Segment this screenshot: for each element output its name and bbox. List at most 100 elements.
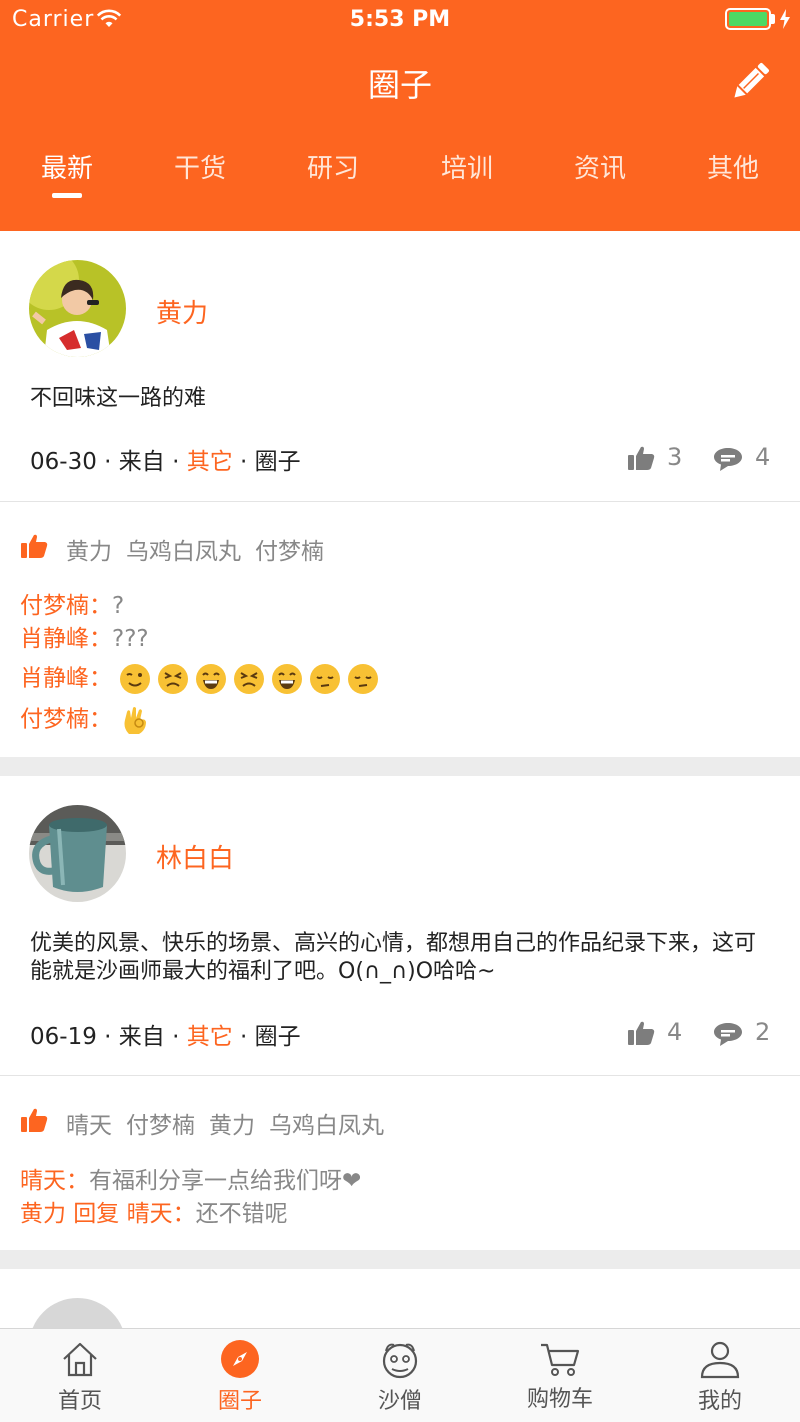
post-source[interactable]: 其它 (187, 1024, 233, 1050)
tabbar-label: 沙僧 (377, 1389, 422, 1414)
liker-name[interactable]: 付梦楠 (255, 539, 324, 565)
liker-name[interactable]: 黄力 (66, 539, 112, 565)
tab-training[interactable]: 培训 (400, 148, 534, 185)
compass-icon (221, 1340, 259, 1378)
post-content: 优美的风景、快乐的场景、高兴的心情，都想用自己的作品纪录下来，这可能就是沙画师最… (30, 931, 757, 984)
post-from-prefix: · 来自 · (96, 1024, 187, 1050)
pensive-emoji-icon (348, 664, 379, 694)
thumbs-up-icon[interactable] (627, 1020, 655, 1046)
comment-text: ??? (112, 626, 149, 652)
person-icon (700, 1341, 740, 1379)
post-author[interactable]: 林白白 (156, 838, 234, 875)
page-title: 圈子 (367, 66, 432, 104)
persevere-emoji-icon (234, 664, 265, 694)
post-divider (0, 1075, 800, 1076)
avatar-photo (29, 805, 126, 902)
comment-text: 有福利分享一点给我们呀❤ (89, 1168, 362, 1194)
tab-dry-goods[interactable]: 干货 (133, 148, 267, 185)
comment-author: 付梦楠： (20, 593, 112, 619)
home-icon (63, 1342, 97, 1377)
tabbar-circle[interactable]: 圈子 (160, 1329, 320, 1422)
tabbar-label: 我的 (697, 1389, 742, 1414)
like-count: 3 (667, 443, 683, 471)
liker-name[interactable]: 乌鸡白凤丸 (126, 539, 241, 565)
comment-author: 晴天： (20, 1168, 89, 1194)
post-channel-sep: · (232, 1024, 255, 1050)
post-author[interactable]: 黄力 (156, 293, 208, 330)
status-time: 5:53 PM (349, 7, 451, 32)
bottom-tab-bar: 首页 圈子 沙僧 购物车 我的 (0, 1328, 800, 1422)
cart-icon (541, 1343, 580, 1376)
liker-name[interactable]: 晴天 (66, 1113, 112, 1139)
liker-name[interactable]: 付梦楠 (126, 1113, 195, 1139)
comment-author: 黄力 回复 晴天： (20, 1201, 196, 1227)
comment-count: 4 (755, 443, 771, 471)
post-content: 不回味这一路的难 (30, 386, 207, 411)
thumbs-up-icon (21, 534, 48, 558)
post-date: 06-30 (30, 449, 97, 475)
ok-hand-emoji-icon (124, 707, 147, 734)
tab-other[interactable]: 其他 (666, 148, 800, 185)
comment-item[interactable]: 付梦楠：? (20, 591, 124, 621)
tabbar-label: 购物车 (526, 1387, 593, 1412)
comment-item[interactable]: 肖静峰：??? (20, 624, 149, 654)
comment-bubble-icon[interactable] (713, 1021, 743, 1047)
section-gap (0, 1250, 800, 1269)
post-card: 林白白 优美的风景、快乐的场景、高兴的心情，都想用自己的作品纪录下来，这可能就是… (0, 776, 800, 1250)
comment-text: ? (112, 593, 125, 619)
tabbar-label: 圈子 (217, 1389, 262, 1414)
comment-author: 肖静峰： (20, 626, 112, 652)
post-source[interactable]: 其它 (187, 449, 233, 475)
avatar[interactable] (29, 805, 126, 902)
tabbar-cart[interactable]: 购物车 (480, 1329, 640, 1422)
comment-item[interactable]: 晴天：有福利分享一点给我们呀❤ (20, 1166, 361, 1196)
comment-count: 2 (755, 1018, 771, 1046)
comment-item[interactable]: 肖静峰： (20, 663, 385, 695)
comment-bubble-icon[interactable] (713, 446, 743, 472)
tabbar-home[interactable]: 首页 (0, 1329, 160, 1422)
comment-item[interactable]: 黄力 回复 晴天：还不错呢 (20, 1199, 288, 1229)
comment-item[interactable]: 付梦楠： (20, 704, 157, 736)
thumbs-up-icon (21, 1108, 48, 1132)
comment-text: 还不错呢 (195, 1201, 288, 1227)
tabbar-monk[interactable]: 沙僧 (320, 1329, 480, 1422)
like-count: 4 (667, 1018, 683, 1046)
comment-author: 付梦楠： (20, 706, 112, 733)
post-card (0, 1269, 800, 1329)
grin-emoji-icon (196, 664, 227, 694)
liker-name[interactable]: 乌鸡白凤丸 (269, 1113, 384, 1139)
tab-latest[interactable]: 最新 (0, 148, 134, 185)
edit-pencil-icon[interactable] (726, 58, 774, 106)
active-tab-indicator (52, 193, 82, 198)
pensive-emoji-icon (310, 664, 341, 694)
persevere-emoji-icon (158, 664, 189, 694)
post-channel: 圈子 (254, 449, 301, 475)
liker-name[interactable]: 黄力 (209, 1113, 255, 1139)
post-date: 06-19 (30, 1024, 97, 1050)
thumbs-up-icon[interactable] (627, 445, 655, 471)
post-from-prefix: · 来自 · (96, 449, 187, 475)
post-meta: 06-19 · 来自 · 其它 · 圈子 (30, 1017, 301, 1051)
likers-list: 晴天 付梦楠 黄力 乌鸡白凤丸 (66, 1106, 398, 1140)
post-channel-sep: · (232, 449, 255, 475)
tab-news[interactable]: 资讯 (533, 148, 667, 185)
monk-icon (382, 1343, 418, 1379)
wink-emoji-icon (120, 664, 151, 694)
tabbar-label: 首页 (57, 1389, 102, 1414)
category-tabs: 最新 干货 研习 培训 资讯 其他 (0, 148, 800, 198)
battery-nub (771, 14, 775, 24)
battery-icon (725, 8, 771, 30)
status-bar: Carrier 5:53 PM (0, 0, 800, 40)
avatar[interactable] (29, 260, 126, 357)
comment-author: 肖静峰： (20, 665, 112, 692)
avatar[interactable] (29, 1298, 126, 1329)
post-meta: 06-30 · 来自 · 其它 · 圈子 (30, 442, 301, 476)
tab-study[interactable]: 研习 (266, 148, 400, 185)
post-channel: 圈子 (254, 1024, 301, 1050)
likers-list: 黄力 乌鸡白凤丸 付梦楠 (66, 532, 338, 566)
app-header: Carrier 5:53 PM 圈子 最新 干货 研习 培训 资讯 其他 (0, 0, 800, 231)
avatar-photo (29, 260, 126, 357)
charging-bolt-icon (780, 9, 790, 29)
tabbar-me[interactable]: 我的 (640, 1329, 800, 1422)
grin-emoji-icon (272, 664, 303, 694)
